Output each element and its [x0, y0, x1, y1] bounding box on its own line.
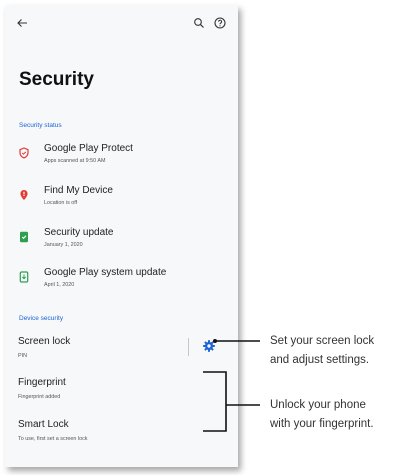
screen-lock-callout-dot — [213, 339, 217, 343]
callout-line: Set your screen lock — [270, 335, 375, 347]
callout-screen-lock: Set your screen lock and adjust settings… — [270, 332, 374, 370]
fingerprint-bracket — [203, 371, 227, 432]
callout-line: with your fingerprint. — [270, 418, 374, 430]
callout-fingerprint: Unlock your phone with your fingerprint. — [270, 396, 374, 434]
callout-line: and adjust settings. — [270, 354, 370, 366]
callout-line: Unlock your phone — [270, 399, 366, 411]
